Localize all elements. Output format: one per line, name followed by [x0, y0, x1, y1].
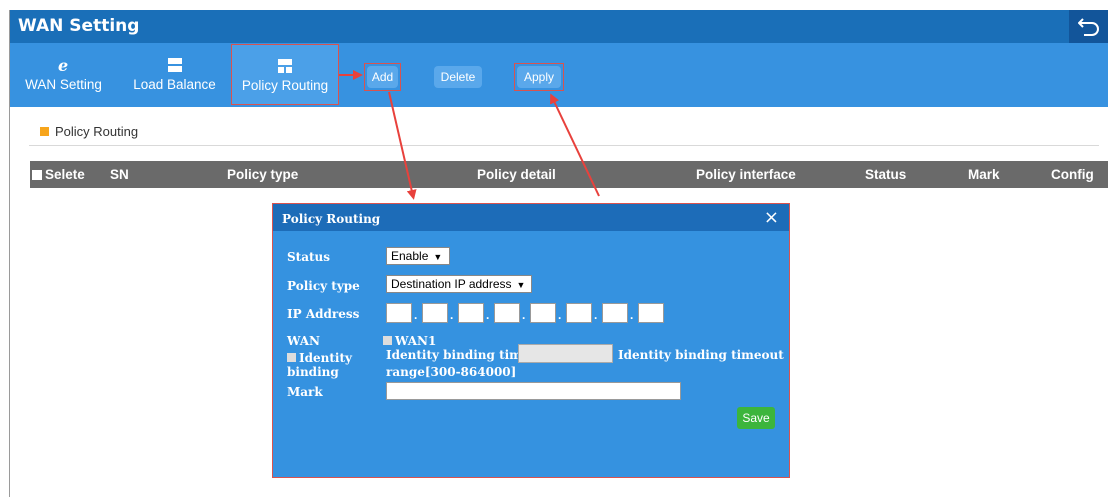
annotation-arrows [339, 70, 600, 200]
arrow-dialog-to-apply [550, 93, 600, 197]
app-window: WAN Setting e WAN Setting Load Balance P… [9, 10, 1108, 497]
arrow-add-to-dialog [388, 91, 417, 200]
